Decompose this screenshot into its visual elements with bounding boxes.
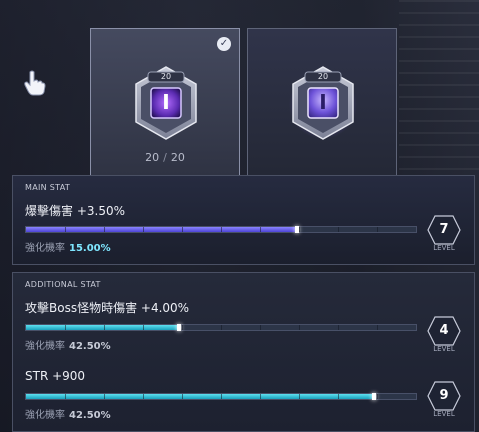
core-card-selected[interactable]: ✓ 20 Ⅰ 20/20 bbox=[90, 28, 240, 176]
additional-stat-rate: 強化機率 42.50% bbox=[25, 337, 111, 352]
main-stat-rate-label: 強化機率 bbox=[25, 243, 65, 254]
additional-stat-progress-fill bbox=[26, 394, 376, 399]
progress-segment-divider bbox=[221, 227, 222, 232]
core-badge-icon: 20 Ⅰ bbox=[288, 63, 358, 143]
additional-stat-name: 攻擊Boss怪物時傷害 +4.00% bbox=[25, 301, 190, 315]
additional-stat-level-caption: LEVEL bbox=[433, 345, 455, 353]
core-glyph: Ⅰ bbox=[319, 90, 327, 114]
main-stat-level-caption: LEVEL bbox=[433, 244, 455, 252]
additional-stat-progress-bar bbox=[25, 393, 417, 400]
additional-stat-name: STR +900 bbox=[25, 369, 86, 383]
additional-stat-rate-label: 強化機率 bbox=[25, 341, 65, 352]
progress-segment-divider bbox=[338, 394, 339, 399]
main-stat-level-badge: 7 LEVEL bbox=[427, 215, 461, 259]
additional-stat-progress-bar bbox=[25, 324, 417, 331]
main-stat-level: 7 bbox=[439, 222, 449, 237]
progress-segment-divider bbox=[143, 394, 144, 399]
progress-segment-divider bbox=[65, 394, 66, 399]
progress-segment-divider bbox=[338, 227, 339, 232]
main-stat-rate-value: 15.00% bbox=[69, 243, 111, 254]
checkmark-icon: ✓ bbox=[217, 37, 231, 51]
progress-segment-divider bbox=[65, 227, 66, 232]
background-stairs bbox=[399, 0, 479, 170]
tier-label: 20 bbox=[160, 72, 172, 81]
additional-stat-level-badge: 4 LEVEL bbox=[427, 316, 461, 360]
progress-segment-divider bbox=[377, 325, 378, 330]
additional-stat-level: 4 bbox=[439, 323, 449, 338]
progress-segment-divider bbox=[221, 325, 222, 330]
progress-segment-divider bbox=[104, 394, 105, 399]
hand-cursor-icon bbox=[24, 70, 46, 96]
enhance-count-current: 20 bbox=[145, 151, 160, 164]
progress-segment-divider bbox=[299, 227, 300, 232]
core-glyph: Ⅰ bbox=[162, 90, 170, 114]
additional-stat-rate-value: 42.50% bbox=[69, 410, 111, 421]
main-stat-name: 爆擊傷害 +3.50% bbox=[25, 204, 125, 218]
enhance-count: 20/20 bbox=[145, 151, 185, 164]
progress-segment-divider bbox=[299, 325, 300, 330]
main-stat-row: 爆擊傷害 +3.50% 強化機率 15.00% bbox=[25, 202, 465, 254]
core-badge-icon: 20 Ⅰ bbox=[131, 63, 201, 143]
additional-stat-rate: 強化機率 42.50% bbox=[25, 406, 111, 421]
progress-segment-divider bbox=[299, 394, 300, 399]
additional-stat-level-badge: 9 LEVEL bbox=[427, 381, 461, 425]
additional-stat-level-caption: LEVEL bbox=[433, 410, 455, 418]
progress-segment-divider bbox=[260, 227, 261, 232]
additional-stat-panel: ADDITIONAL STAT 攻擊Boss怪物時傷害 +4.00% 強化機率 4… bbox=[12, 272, 475, 432]
main-stat-progress-bar bbox=[25, 226, 417, 233]
additional-stat-rate-label: 強化機率 bbox=[25, 410, 65, 421]
progress-segment-divider bbox=[182, 394, 183, 399]
main-stat-panel: MAIN STAT 爆擊傷害 +3.50% 強化機率 15.00% 7 LEVEL bbox=[12, 175, 475, 265]
additional-stat-row: 攻擊Boss怪物時傷害 +4.00% 強化機率 42.50% bbox=[25, 299, 465, 352]
progress-segment-divider bbox=[377, 227, 378, 232]
main-stat-rate: 強化機率 15.00% bbox=[25, 239, 111, 254]
progress-segment-divider bbox=[338, 325, 339, 330]
progress-segment-divider bbox=[104, 325, 105, 330]
progress-segment-divider bbox=[182, 227, 183, 232]
progress-segment-divider bbox=[182, 325, 183, 330]
main-stat-progress-fill bbox=[26, 227, 298, 232]
progress-segment-divider bbox=[260, 325, 261, 330]
main-stat-header: MAIN STAT bbox=[25, 183, 71, 192]
additional-stat-progress-knob bbox=[372, 393, 377, 400]
additional-stat-rate-value: 42.50% bbox=[69, 341, 111, 352]
progress-segment-divider bbox=[143, 227, 144, 232]
additional-stat-header: ADDITIONAL STAT bbox=[25, 280, 101, 289]
progress-segment-divider bbox=[221, 394, 222, 399]
progress-segment-divider bbox=[260, 394, 261, 399]
progress-segment-divider bbox=[377, 394, 378, 399]
progress-segment-divider bbox=[65, 325, 66, 330]
additional-stat-level: 9 bbox=[439, 388, 449, 403]
progress-segment-divider bbox=[104, 227, 105, 232]
enhance-count-max: 20 bbox=[170, 151, 185, 164]
additional-stat-row: STR +900 強化機率 42.50% bbox=[25, 369, 465, 421]
additional-stat-progress-knob bbox=[177, 324, 182, 331]
tier-label: 20 bbox=[317, 72, 329, 81]
core-card[interactable]: 20 Ⅰ bbox=[247, 28, 397, 176]
progress-segment-divider bbox=[143, 325, 144, 330]
